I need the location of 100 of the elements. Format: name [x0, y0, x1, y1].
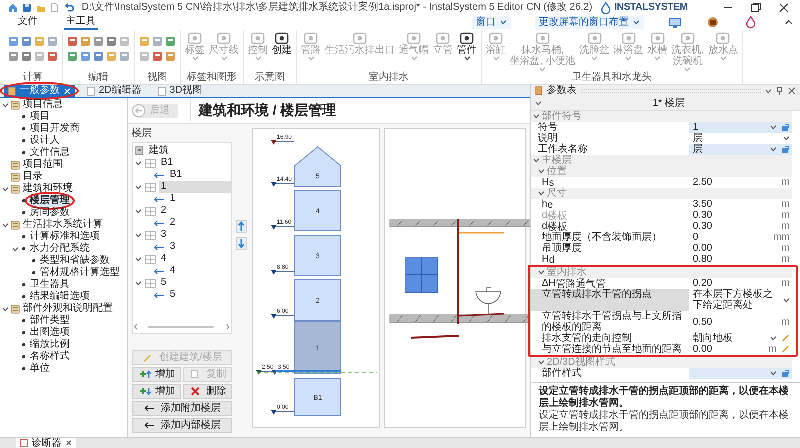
value-field[interactable]: 0.00 m [689, 344, 792, 355]
tree-item[interactable]: 类型和省缺参数 [39, 255, 111, 267]
ribbon-tool-button[interactable]: 管件 [457, 32, 477, 61]
tree-item[interactable]: 项目范围 [22, 159, 64, 171]
chevron-down-icon[interactable] [135, 184, 142, 190]
tool-icon[interactable] [34, 36, 45, 47]
dropdown-field[interactable]: 层 [689, 144, 792, 155]
chevron-down-icon[interactable] [533, 113, 540, 120]
dropdown-button[interactable]: 更改屏幕的窗口布置 [535, 16, 644, 29]
tool-icon[interactable] [8, 36, 19, 47]
tree-item[interactable]: 项目信息 [22, 99, 64, 111]
value-field[interactable]: 0.30 m [689, 221, 792, 232]
chevron-down-icon[interactable] [538, 168, 545, 175]
tree-item[interactable]: 建筑和环境 [22, 183, 74, 195]
close-icon[interactable] [66, 440, 72, 446]
tree-item[interactable]: 部件外观和说明配置 [22, 303, 114, 315]
tree-item[interactable]: 设计人 [29, 135, 61, 147]
floor-block[interactable] [294, 280, 342, 322]
dropdown-field[interactable]: 朝向地板 [689, 333, 792, 344]
list-item[interactable]: 4 [168, 265, 178, 277]
tool-icon[interactable] [80, 51, 91, 62]
chevron-down-icon[interactable] [135, 160, 142, 166]
tree-item[interactable]: 计算标准和选项 [29, 231, 101, 243]
value-field[interactable]: 2.50 m [689, 177, 792, 188]
chevron-down-icon[interactable] [135, 256, 142, 262]
floor-button[interactable]: 删除 [183, 384, 232, 399]
chevron-down-icon[interactable] [533, 157, 540, 164]
value-field[interactable]: 0.50 m [689, 311, 792, 333]
tool-icon[interactable] [119, 51, 130, 62]
list-item[interactable]: 3 [159, 229, 169, 241]
dropdown-button[interactable]: 窗口 [472, 16, 511, 29]
link-icon[interactable] [781, 370, 790, 378]
list-item[interactable]: 5 [159, 277, 169, 289]
document-icon[interactable] [50, 2, 60, 12]
list-item[interactable]: 4 [159, 253, 169, 265]
value-field[interactable]: 0.80 m [689, 254, 792, 265]
dropdown-field[interactable]: 1 [689, 122, 792, 133]
chevron-down-icon[interactable] [2, 222, 9, 228]
list-item[interactable]: 2 [168, 217, 178, 229]
tool-icon[interactable] [47, 36, 58, 47]
home-icon[interactable] [8, 2, 18, 12]
tree-item[interactable]: 房间参数 [29, 207, 71, 219]
document-tab[interactable]: 3D视图 [154, 85, 207, 97]
dropdown-field[interactable]: 层 [689, 133, 792, 144]
tree-item[interactable]: 出图选项 [29, 327, 71, 339]
tool-icon[interactable] [152, 51, 163, 62]
list-item[interactable]: 2 [159, 205, 169, 217]
list-item[interactable]: B1 [159, 157, 176, 169]
tool-icon[interactable] [67, 36, 78, 47]
tool-icon[interactable] [165, 51, 176, 62]
tool-icon[interactable] [106, 51, 117, 62]
floor-block[interactable] [294, 190, 342, 232]
tool-icon[interactable] [21, 36, 32, 47]
pencil-icon[interactable] [781, 345, 790, 354]
chevron-down-icon[interactable] [538, 359, 545, 366]
floor-button[interactable]: 增加 [132, 367, 181, 382]
drop-icon[interactable] [744, 16, 758, 29]
tool-icon[interactable] [67, 51, 78, 62]
chevron-down-icon[interactable] [135, 280, 142, 286]
tree-item[interactable]: 结果编辑选项 [29, 291, 91, 303]
tree-item[interactable]: 目录 [22, 171, 44, 183]
list-item[interactable]: 5 [168, 289, 178, 301]
move-down-arrow-icon[interactable] [236, 237, 247, 250]
tool-icon[interactable] [152, 36, 163, 47]
chevron-down-icon[interactable] [2, 306, 9, 312]
tree-item[interactable]: 名称样式 [29, 351, 71, 363]
list-item[interactable]: 1 [168, 193, 178, 205]
tool-icon[interactable] [93, 51, 104, 62]
tool-icon[interactable] [93, 36, 104, 47]
chevron-down-icon[interactable] [2, 102, 9, 108]
chevron-down-icon[interactable] [538, 269, 545, 276]
tree-item[interactable]: 单位 [29, 363, 51, 375]
tool-icon[interactable] [139, 36, 150, 47]
tree-item[interactable]: 项目开发商 [29, 123, 81, 135]
tool-icon[interactable] [21, 51, 32, 62]
chevron-down-icon[interactable] [135, 208, 142, 214]
tool-icon[interactable] [80, 36, 91, 47]
value-field[interactable]: 3.50 m [689, 199, 792, 210]
pencil-icon[interactable] [781, 334, 790, 343]
scrollbar[interactable] [134, 323, 230, 332]
tool-icon[interactable] [106, 36, 117, 47]
undo-icon[interactable] [64, 2, 74, 12]
tool-icon[interactable] [47, 51, 58, 62]
tool-icon[interactable] [139, 51, 150, 62]
value-field[interactable]: 0.30 m [689, 210, 792, 221]
tree-item[interactable]: 部件类型 [29, 315, 71, 327]
tree-item[interactable]: 缩放比例 [29, 339, 71, 351]
link-icon[interactable] [781, 146, 790, 154]
list-item[interactable]: 1 [159, 181, 231, 193]
tree-item[interactable]: 卫生器具 [29, 279, 71, 291]
save-icon[interactable] [22, 2, 32, 12]
tree-item[interactable]: 生活排水系统计算 [22, 219, 104, 231]
chevron-down-icon[interactable] [2, 186, 9, 192]
list-item[interactable]: B1 [168, 169, 184, 181]
tree-item[interactable]: 管材规格计算选型 [39, 267, 121, 279]
tree-item[interactable]: 项目 [29, 111, 51, 123]
tool-icon[interactable] [119, 36, 130, 47]
tool-icon[interactable] [34, 51, 45, 62]
menu-tab[interactable]: 文件 [16, 15, 40, 30]
ribbon-tool-button[interactable]: 创建 [272, 32, 292, 56]
